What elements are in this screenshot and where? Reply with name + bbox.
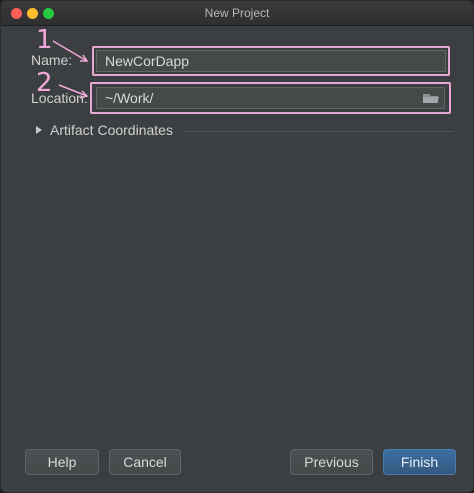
location-label: Location: (31, 90, 88, 106)
section-divider (184, 131, 454, 132)
help-button[interactable]: Help (25, 449, 99, 475)
name-label: Name: (31, 52, 73, 68)
artifact-coordinates-section[interactable]: Artifact Coordinates (34, 121, 454, 141)
title-bar: New Project (1, 1, 473, 26)
arrow-1-head (80, 54, 89, 62)
previous-button[interactable]: Previous (290, 449, 373, 475)
new-project-dialog: New Project 1 2 Name: NewCorDapp Locatio… (0, 0, 474, 493)
triangle-right-icon[interactable] (36, 126, 42, 134)
artifact-coordinates-label: Artifact Coordinates (50, 122, 173, 138)
cancel-button[interactable]: Cancel (109, 449, 181, 475)
name-input[interactable]: NewCorDapp (96, 50, 446, 72)
window-title: New Project (204, 6, 270, 20)
location-input[interactable]: ~/Work/ (96, 87, 445, 109)
location-value: ~/Work/ (105, 90, 154, 106)
finish-button[interactable]: Finish (383, 449, 456, 475)
folder-icon[interactable] (422, 91, 440, 105)
annotation-marker-1: 1 (36, 25, 53, 55)
